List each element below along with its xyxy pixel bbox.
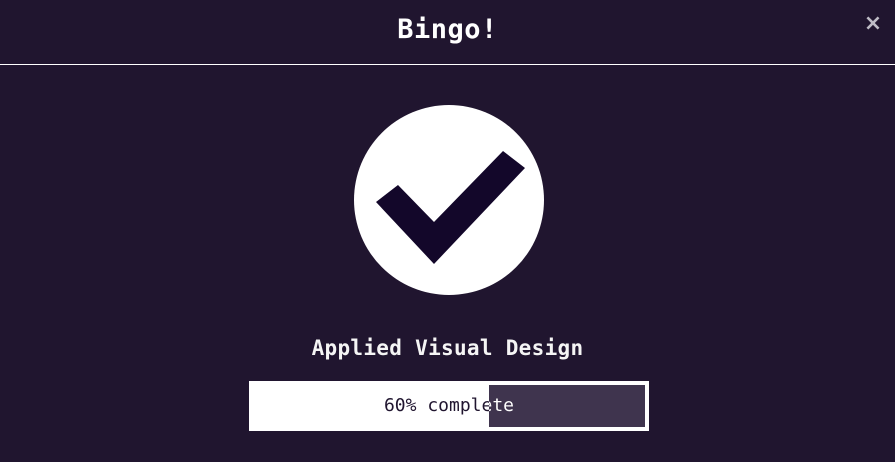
progress-label-overlay-text: 60% complete [489, 395, 515, 416]
progress-label-overlay: 60% complete [489, 383, 647, 429]
modal-title: Bingo! [397, 14, 498, 45]
challenge-title: Applied Visual Design [311, 336, 584, 360]
check-circle-icon [353, 104, 545, 296]
progress-bar: 60% complete 60% complete [249, 381, 649, 431]
completion-modal: Bingo! × Applied Visual Design 60% compl… [0, 0, 895, 462]
check-circle-svg [354, 105, 544, 295]
close-button[interactable]: × [863, 12, 883, 36]
modal-header: Bingo! × [0, 0, 895, 65]
